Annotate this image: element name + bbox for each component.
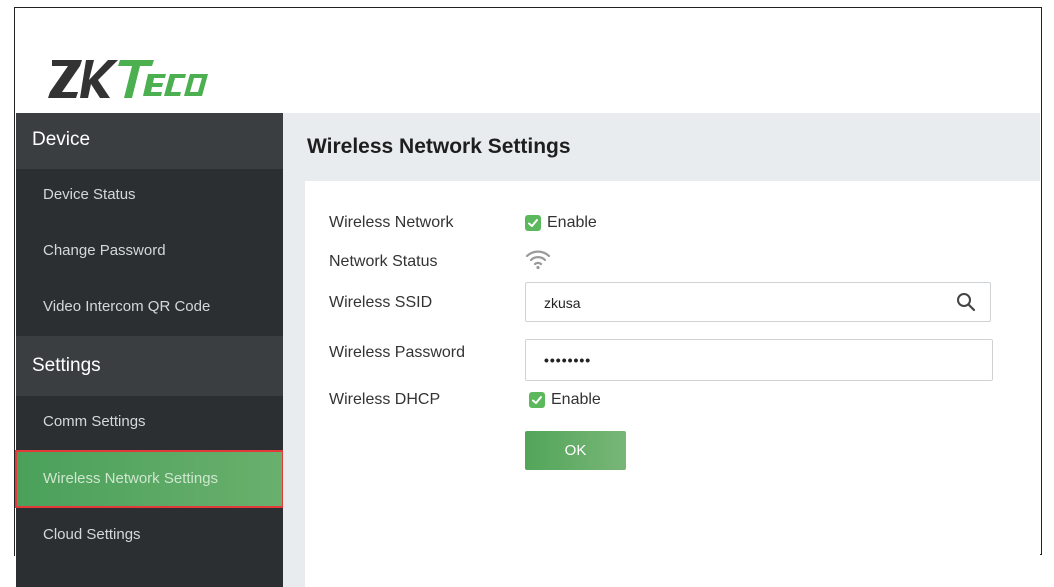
network-status-label: Network Status xyxy=(329,253,438,270)
sidebar: Device Device Status Change Password Vid… xyxy=(15,113,284,587)
checkbox-checked-icon xyxy=(525,215,541,231)
page-title: Wireless Network Settings xyxy=(307,135,571,158)
wireless-password-input[interactable] xyxy=(542,351,946,369)
wireless-ssid-input[interactable] xyxy=(542,294,946,312)
wifi-icon xyxy=(525,248,551,275)
wireless-dhcp-enable-label: Enable xyxy=(551,391,601,408)
wireless-password-field xyxy=(525,339,993,381)
frame-left-border xyxy=(14,7,15,556)
sidebar-item-wireless-network-settings[interactable]: Wireless Network Settings xyxy=(15,450,284,508)
checkbox-checked-icon xyxy=(529,392,545,408)
wireless-network-label: Wireless Network xyxy=(329,214,454,231)
wireless-network-enable-checkbox[interactable]: Enable xyxy=(525,214,597,232)
wireless-network-enable-label: Enable xyxy=(547,214,597,231)
sidebar-section-device: Device xyxy=(16,113,283,169)
zkteco-logo xyxy=(48,60,208,98)
sidebar-section-settings: Settings xyxy=(16,336,283,396)
frame-right-border xyxy=(1041,7,1042,555)
settings-panel: Wireless Network Enable Network Status W… xyxy=(305,181,1040,587)
sidebar-item-comm-settings[interactable]: Comm Settings xyxy=(16,394,283,450)
wireless-password-label: Wireless Password xyxy=(329,344,466,361)
main-content: Wireless Network Settings Wireless Netwo… xyxy=(283,113,1040,587)
wireless-dhcp-label: Wireless DHCP xyxy=(329,391,441,408)
wireless-ssid-field xyxy=(525,282,991,322)
wireless-ssid-label: Wireless SSID xyxy=(329,294,433,311)
frame-top-border xyxy=(14,7,1042,8)
sidebar-item-video-intercom-qr-code[interactable]: Video Intercom QR Code xyxy=(16,279,283,335)
wireless-dhcp-enable-checkbox[interactable]: Enable xyxy=(529,391,601,409)
sidebar-item-change-password[interactable]: Change Password xyxy=(16,223,283,279)
sidebar-item-cloud-settings[interactable]: Cloud Settings xyxy=(16,507,283,563)
search-icon[interactable] xyxy=(956,292,976,317)
sidebar-item-device-status[interactable]: Device Status xyxy=(16,167,283,223)
ok-button[interactable]: OK xyxy=(525,431,626,470)
